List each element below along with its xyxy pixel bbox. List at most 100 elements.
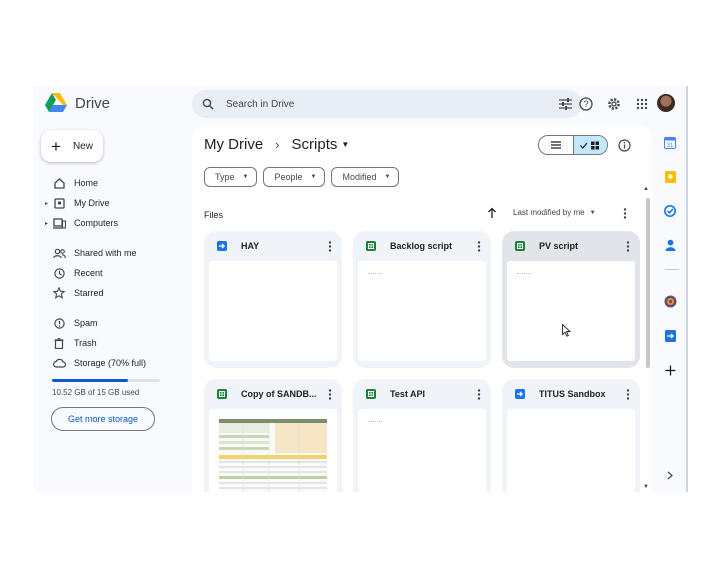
more-vert-icon[interactable] — [624, 387, 632, 401]
drive-logo-icon — [45, 93, 67, 112]
search-input[interactable]: Search in Drive — [226, 99, 559, 110]
filter-label: Type — [215, 172, 235, 182]
file-card-hovered[interactable]: PV script — [502, 231, 640, 368]
file-card[interactable]: Backlog script — [353, 231, 491, 368]
calendar-icon[interactable]: 31 — [663, 136, 677, 150]
apps-grid-icon[interactable] — [628, 93, 656, 115]
filter-label: People — [274, 172, 303, 182]
search-bar[interactable]: Search in Drive — [192, 90, 582, 118]
info-icon[interactable] — [615, 136, 633, 154]
caret-down-icon: ▼ — [242, 174, 249, 180]
search-icon[interactable] — [202, 98, 214, 110]
file-thumbnail — [507, 409, 635, 492]
sidebar-item-trash[interactable]: Trash — [33, 333, 183, 353]
filter-people[interactable]: People ▼ — [263, 167, 326, 187]
sidebar-item-label: Starred — [74, 288, 104, 298]
scroll-up-arrow-icon[interactable]: ▲ — [643, 186, 649, 192]
file-thumbnail — [358, 261, 486, 361]
new-button-label: New — [72, 140, 93, 152]
addon-icon[interactable] — [663, 294, 677, 308]
sidebar-nav: Home ▸ My Drive ▸ Computers Shared with … — [33, 173, 183, 373]
sidebar-item-spam[interactable]: Spam — [33, 313, 183, 333]
get-more-storage-button[interactable]: Get more storage — [51, 407, 155, 431]
file-card[interactable]: HAY — [204, 231, 342, 368]
breadcrumb-current[interactable]: Scripts — [292, 136, 338, 153]
sidebar-item-label: Home — [74, 178, 99, 188]
sheets-icon — [515, 241, 525, 251]
more-vert-icon[interactable] — [624, 239, 632, 253]
caret-down-icon[interactable]: ▼ — [341, 140, 349, 149]
file-card[interactable]: TITUS Sandbox — [502, 379, 640, 492]
file-name: Copy of SANDB... — [241, 389, 317, 399]
file-thumbnail — [507, 261, 635, 361]
drive-app: Drive Search in Drive ? + New Home ▸ My … — [33, 86, 688, 492]
list-view-button[interactable] — [539, 136, 573, 154]
grid-view-button[interactable] — [572, 136, 607, 154]
expand-caret-icon[interactable]: ▸ — [45, 200, 48, 207]
file-name: Backlog script — [390, 241, 453, 251]
help-icon[interactable]: ? — [572, 93, 600, 115]
sidebar-item-home[interactable]: Home — [33, 173, 183, 193]
more-vert-icon[interactable] — [620, 206, 630, 220]
sidebar-item-starred[interactable]: Starred — [33, 283, 183, 303]
scrollbar-thumb[interactable] — [646, 198, 650, 368]
account-avatar[interactable] — [657, 94, 675, 112]
mouse-cursor-icon — [562, 324, 571, 337]
sidebar-item-recent[interactable]: Recent — [33, 263, 183, 283]
new-button[interactable]: + New — [41, 130, 103, 162]
shared-icon — [52, 246, 66, 260]
file-name: TITUS Sandbox — [539, 389, 606, 399]
apps-script-addon-icon[interactable] — [663, 329, 677, 343]
trash-icon — [52, 336, 66, 350]
search-options-icon[interactable] — [559, 98, 572, 110]
filter-modified[interactable]: Modified ▼ — [331, 167, 400, 187]
sidebar-item-computers[interactable]: ▸ Computers — [33, 213, 183, 233]
sidebar-item-shared[interactable]: Shared with me — [33, 243, 183, 263]
sort-dropdown[interactable]: Last modified by me ▼ — [513, 208, 596, 217]
sidebar-item-label: Computers — [74, 218, 119, 228]
home-icon — [52, 176, 66, 190]
caret-down-icon: ▼ — [589, 209, 596, 216]
keep-icon[interactable] — [663, 170, 677, 184]
file-name: HAY — [241, 241, 260, 251]
add-icon[interactable] — [663, 363, 677, 377]
expand-caret-icon[interactable]: ▸ — [45, 220, 48, 227]
window-edge — [686, 86, 688, 492]
grid-view-icon — [580, 141, 600, 149]
sort-direction-icon[interactable] — [486, 206, 498, 220]
storage-progress-fill — [52, 379, 128, 382]
svg-text:31: 31 — [667, 143, 674, 149]
file-thumbnail — [209, 409, 337, 492]
spam-icon — [52, 316, 66, 330]
apps-script-icon — [515, 389, 525, 399]
more-vert-icon[interactable] — [475, 239, 483, 253]
file-card[interactable]: Copy of SANDB... — [204, 379, 342, 492]
sidebar-item-label: Recent — [74, 268, 103, 278]
list-view-icon — [550, 141, 561, 149]
sidebar-item-label: Trash — [74, 338, 97, 348]
cloud-icon — [52, 356, 66, 370]
drive-logo[interactable]: Drive — [45, 92, 110, 114]
tasks-icon[interactable] — [663, 204, 677, 218]
breadcrumb-root[interactable]: My Drive — [204, 136, 263, 153]
more-vert-icon[interactable] — [475, 387, 483, 401]
chevron-right-icon: › — [275, 137, 280, 152]
contacts-icon[interactable] — [663, 238, 677, 252]
chevron-right-icon[interactable] — [663, 468, 677, 482]
filter-type[interactable]: Type ▼ — [204, 167, 258, 187]
sidebar-item-my-drive[interactable]: ▸ My Drive — [33, 193, 183, 213]
spreadsheet-preview — [219, 419, 327, 492]
file-card[interactable]: Test API — [353, 379, 491, 492]
storage-progress-bar — [52, 379, 160, 382]
sheets-icon — [217, 389, 227, 399]
more-vert-icon[interactable] — [326, 239, 334, 253]
svg-text:?: ? — [583, 99, 588, 109]
more-vert-icon[interactable] — [326, 387, 334, 401]
scroll-down-arrow-icon[interactable]: ▼ — [643, 484, 649, 490]
settings-icon[interactable] — [600, 93, 628, 115]
recent-icon — [52, 266, 66, 280]
sheets-icon — [366, 241, 376, 251]
sidebar-item-storage[interactable]: Storage (70% full) — [33, 353, 183, 373]
file-name: PV script — [539, 241, 579, 251]
breadcrumb: My Drive › Scripts ▼ — [204, 136, 349, 153]
